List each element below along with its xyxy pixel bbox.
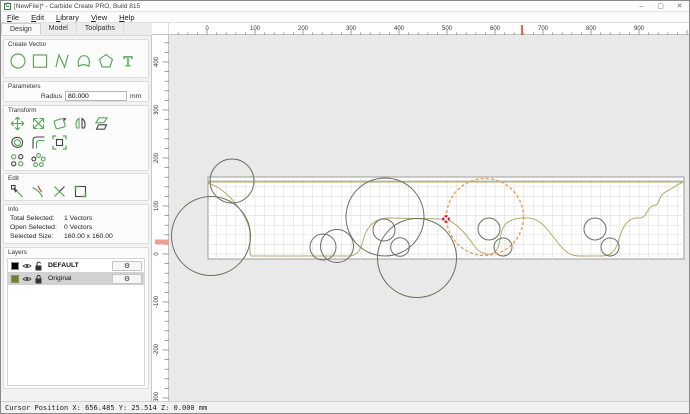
tab-bar: Design Model Toolpaths bbox=[1, 23, 152, 36]
layer-name: Original bbox=[48, 275, 72, 282]
svg-text:900: 900 bbox=[634, 26, 645, 32]
info-title: Info bbox=[8, 206, 19, 213]
svg-text:200: 200 bbox=[154, 152, 160, 163]
join-vectors-tool-button[interactable] bbox=[72, 183, 89, 200]
app-icon: C bbox=[4, 2, 11, 10]
layer-list: DEFAULT ⚙ Original ⚙ bbox=[7, 258, 145, 386]
fillet-tool-button[interactable] bbox=[30, 134, 47, 151]
svg-text:300: 300 bbox=[154, 104, 160, 115]
svg-text:400: 400 bbox=[154, 56, 160, 67]
menu-bar: File Edit Library View Help bbox=[1, 12, 689, 23]
lock-icon[interactable] bbox=[34, 274, 43, 284]
tab-model[interactable]: Model bbox=[41, 23, 77, 35]
transform-group: Transform bbox=[3, 105, 149, 171]
maximize-button[interactable]: ▢ bbox=[651, 1, 670, 12]
radius-unit: mm bbox=[130, 92, 142, 100]
circular-array-tool-button[interactable] bbox=[30, 152, 47, 169]
vertical-ruler: 400 300 200 100 0 -100 -200 -300 bbox=[152, 35, 169, 404]
horizontal-ruler: 0 100 200 300 400 500 600 700 800 900 bbox=[169, 23, 689, 36]
info-total-selected: Total Selected: 1 Vectors bbox=[10, 215, 148, 222]
title-bar: C [NewFile]* - Carbide Create PRO, Build… bbox=[1, 1, 689, 12]
menu-help[interactable]: Help bbox=[113, 12, 140, 23]
layer-color-swatch[interactable] bbox=[11, 274, 19, 283]
minimize-button[interactable]: – bbox=[632, 1, 651, 12]
sidebar: Create Vector T Parameters Radius 80.000… bbox=[1, 36, 152, 403]
tab-toolpaths[interactable]: Toolpaths bbox=[77, 23, 124, 35]
svg-text:800: 800 bbox=[586, 26, 597, 32]
mirror-tool-button[interactable] bbox=[72, 115, 89, 132]
rotate-tool-button[interactable] bbox=[51, 115, 68, 132]
svg-text:100: 100 bbox=[250, 26, 261, 32]
svg-text:500: 500 bbox=[442, 26, 453, 32]
layers-title: Layers bbox=[8, 249, 27, 256]
linear-array-tool-button[interactable] bbox=[9, 152, 26, 169]
design-canvas[interactable] bbox=[169, 35, 689, 403]
svg-text:100: 100 bbox=[154, 200, 160, 211]
parameters-group: Parameters Radius mm bbox=[3, 81, 149, 102]
close-button[interactable]: ✕ bbox=[670, 1, 689, 12]
info-selected-size: Selected Size: 160.00 x 160.00 bbox=[10, 233, 148, 240]
ruler-corner bbox=[152, 23, 169, 35]
radius-label: Radius bbox=[40, 92, 62, 100]
application-window: C [NewFile]* - Carbide Create PRO, Build… bbox=[0, 0, 690, 414]
unlock-icon[interactable] bbox=[34, 261, 43, 271]
eye-icon[interactable] bbox=[22, 262, 32, 270]
svg-text:0: 0 bbox=[154, 252, 160, 256]
status-bar: Cursor Position X: 656.485 Y: 25.514 Z: … bbox=[1, 401, 689, 413]
svg-text:600: 600 bbox=[490, 26, 501, 32]
info-label: Total Selected: bbox=[10, 215, 55, 222]
menu-edit[interactable]: Edit bbox=[25, 12, 50, 23]
polyline-tool-button[interactable] bbox=[53, 52, 71, 70]
eye-icon[interactable] bbox=[22, 275, 32, 283]
tab-design[interactable]: Design bbox=[1, 23, 41, 35]
layer-row-default[interactable]: DEFAULT ⚙ bbox=[8, 259, 144, 272]
svg-text:300: 300 bbox=[346, 26, 357, 32]
info-value: 1 Vectors bbox=[64, 215, 93, 222]
create-vector-title: Create Vector bbox=[8, 41, 47, 48]
radius-input[interactable] bbox=[65, 91, 127, 101]
polygon-tool-button[interactable] bbox=[97, 52, 115, 70]
layer-name: DEFAULT bbox=[48, 262, 79, 269]
offset-tool-button[interactable] bbox=[9, 134, 26, 151]
trim-vectors-tool-button[interactable] bbox=[30, 183, 47, 200]
svg-text:-200: -200 bbox=[154, 343, 160, 356]
transform-title: Transform bbox=[8, 107, 37, 114]
rectangle-tool-button[interactable] bbox=[31, 52, 49, 70]
svg-text:400: 400 bbox=[394, 26, 405, 32]
info-label: Selected Size: bbox=[10, 233, 54, 240]
edit-title: Edit bbox=[8, 175, 19, 182]
window-title: [NewFile]* - Carbide Create PRO, Build 8… bbox=[14, 2, 141, 10]
layer-settings-button[interactable]: ⚙ bbox=[112, 260, 142, 271]
svg-text:700: 700 bbox=[538, 26, 549, 32]
info-label: Open Selected: bbox=[10, 224, 57, 231]
move-tool-button[interactable] bbox=[9, 115, 26, 132]
layers-group: Layers DEFAULT ⚙ Original ⚙ bbox=[3, 247, 149, 389]
layer-settings-button[interactable]: ⚙ bbox=[112, 273, 142, 284]
info-value: 0 Vectors bbox=[64, 224, 93, 231]
menu-library[interactable]: Library bbox=[50, 12, 85, 23]
resize-tool-button[interactable] bbox=[51, 134, 68, 151]
menu-file[interactable]: File bbox=[1, 12, 25, 23]
edit-group: Edit bbox=[3, 173, 149, 201]
info-group: Info Total Selected: 1 Vectors Open Sele… bbox=[3, 204, 149, 244]
svg-text:-100: -100 bbox=[154, 295, 160, 308]
svg-text:200: 200 bbox=[298, 26, 309, 32]
cursor-position-text: Cursor Position X: 656.485 Y: 25.514 Z: … bbox=[5, 404, 208, 412]
svg-text:T: T bbox=[123, 54, 132, 70]
shear-tool-button[interactable] bbox=[93, 115, 110, 132]
svg-text:0: 0 bbox=[205, 26, 209, 32]
break-vector-tool-button[interactable] bbox=[51, 183, 68, 200]
node-edit-tool-button[interactable] bbox=[9, 183, 26, 200]
menu-view[interactable]: View bbox=[85, 12, 113, 23]
circle-tool-button[interactable] bbox=[9, 52, 27, 70]
info-value: 160.00 x 160.00 bbox=[64, 233, 113, 240]
curve-tool-button[interactable] bbox=[75, 52, 93, 70]
create-vector-group: Create Vector T bbox=[3, 39, 149, 78]
layer-row-original[interactable]: Original ⚙ bbox=[8, 272, 144, 285]
info-open-selected: Open Selected: 0 Vectors bbox=[10, 224, 148, 231]
scale-tool-button[interactable] bbox=[30, 115, 47, 132]
layer-color-swatch[interactable] bbox=[11, 261, 19, 270]
text-tool-button[interactable]: T bbox=[119, 52, 137, 70]
parameters-title: Parameters bbox=[8, 83, 41, 90]
